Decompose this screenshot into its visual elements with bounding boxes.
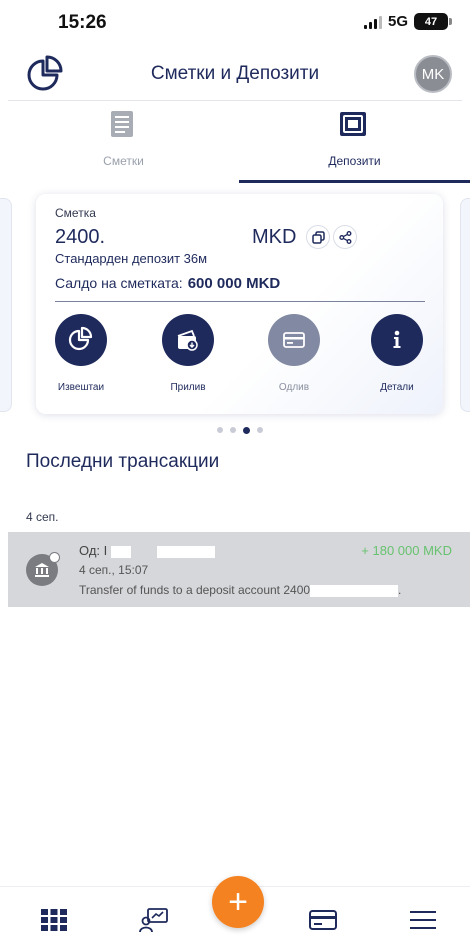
reports-chart-icon bbox=[68, 326, 93, 351]
copy-icon bbox=[311, 230, 325, 244]
share-icon bbox=[338, 230, 351, 244]
inflow-action[interactable]: Прилив bbox=[148, 314, 228, 398]
redacted-block bbox=[110, 545, 131, 558]
details-action[interactable]: Детали bbox=[357, 314, 437, 398]
accounts-list-icon bbox=[111, 111, 133, 137]
info-icon bbox=[393, 330, 401, 348]
tab-deposits-label: Депозити bbox=[328, 154, 381, 168]
signal-icon bbox=[363, 15, 382, 29]
safe-icon bbox=[340, 112, 366, 136]
account-caption: Сметка bbox=[55, 206, 96, 220]
outflow-card-icon bbox=[283, 332, 305, 348]
tab-accounts-label: Сметки bbox=[103, 154, 144, 168]
tab-accounts[interactable]: Сметки bbox=[8, 104, 239, 184]
add-button[interactable]: + bbox=[212, 876, 264, 928]
avatar[interactable]: MK bbox=[414, 55, 452, 93]
page-title: Сметки и Депозити bbox=[150, 63, 320, 84]
card-divider bbox=[55, 301, 425, 302]
nav-apps[interactable] bbox=[36, 905, 72, 935]
outflow-action[interactable]: Одлив bbox=[254, 314, 334, 398]
pager-dot[interactable] bbox=[217, 427, 223, 433]
cards-icon bbox=[309, 910, 337, 930]
status-time: 15:26 bbox=[58, 12, 107, 33]
account-card[interactable]: Сметка 2400. MKD Стандарден депозит 36м … bbox=[36, 194, 443, 414]
outflow-button[interactable] bbox=[268, 314, 320, 366]
transaction-sender: Од: I bbox=[79, 543, 215, 558]
tab-bar: Сметки Депозити bbox=[8, 104, 470, 184]
redacted-block bbox=[310, 584, 399, 597]
inflow-button[interactable] bbox=[162, 314, 214, 366]
account-currency: MKD bbox=[252, 226, 297, 248]
menu-icon bbox=[410, 911, 436, 929]
reports-action[interactable]: Извештаи bbox=[41, 314, 121, 398]
transaction-amount: + 180 000 MKD bbox=[361, 543, 452, 558]
pager-dot[interactable] bbox=[230, 427, 236, 433]
transaction-description: Transfer of funds to a deposit account 2… bbox=[79, 583, 401, 597]
status-bar: 15:26 5G 47 bbox=[0, 0, 470, 44]
copy-button[interactable] bbox=[306, 225, 330, 249]
active-tab-indicator bbox=[239, 180, 470, 183]
inflow-wallet-icon bbox=[177, 329, 198, 351]
pager-dot[interactable] bbox=[257, 427, 263, 433]
transaction-datetime: 4 сеп., 15:07 bbox=[79, 563, 149, 577]
transaction-description-suffix: . bbox=[398, 583, 402, 597]
transaction-row[interactable]: Од: I + 180 000 MKD 4 сеп., 15:07 Transf… bbox=[8, 532, 470, 607]
pager-dot-active[interactable] bbox=[243, 426, 250, 434]
header-divider bbox=[8, 100, 462, 101]
details-label: Детали bbox=[380, 382, 414, 393]
nav-menu[interactable] bbox=[405, 905, 441, 935]
transfer-icon bbox=[139, 908, 168, 933]
share-button[interactable] bbox=[333, 225, 357, 249]
app-header: Сметки и Депозити MK bbox=[0, 50, 470, 100]
next-account-card[interactable] bbox=[460, 198, 470, 412]
redacted-block bbox=[156, 545, 215, 558]
balance-value: 600 000 MKD bbox=[187, 275, 281, 292]
account-number: 2400. bbox=[55, 226, 106, 248]
reports-button[interactable] bbox=[55, 314, 107, 366]
balance-row: Салдо на сметката: 600 000 MKD bbox=[55, 275, 280, 292]
nav-transfer[interactable] bbox=[136, 905, 172, 935]
network-label: 5G bbox=[387, 13, 408, 30]
reports-label: Извештаи bbox=[57, 382, 105, 393]
balance-label: Салдо на сметката: bbox=[55, 275, 183, 291]
inflow-label: Прилив bbox=[170, 382, 206, 393]
transaction-description-text: Transfer of funds to a deposit account 2… bbox=[79, 583, 311, 597]
nav-cards[interactable] bbox=[305, 905, 341, 935]
carousel-pager bbox=[0, 426, 470, 434]
tab-deposits[interactable]: Депозити bbox=[239, 104, 470, 184]
outflow-label: Одлив bbox=[278, 382, 310, 393]
transfer-badge-icon bbox=[49, 552, 60, 563]
previous-account-card[interactable] bbox=[0, 198, 12, 412]
recent-transactions-title: Последни трансакции bbox=[26, 451, 220, 472]
apps-grid-icon bbox=[41, 909, 67, 931]
details-button[interactable] bbox=[371, 314, 423, 366]
transaction-sender-prefix: Од: I bbox=[79, 543, 108, 558]
product-name: Стандарден депозит 36м bbox=[55, 251, 208, 266]
transaction-date-header: 4 сеп. bbox=[26, 510, 59, 524]
bank-icon bbox=[26, 552, 60, 586]
status-indicators: 5G 47 bbox=[363, 13, 452, 30]
battery-icon: 47 bbox=[414, 13, 452, 30]
